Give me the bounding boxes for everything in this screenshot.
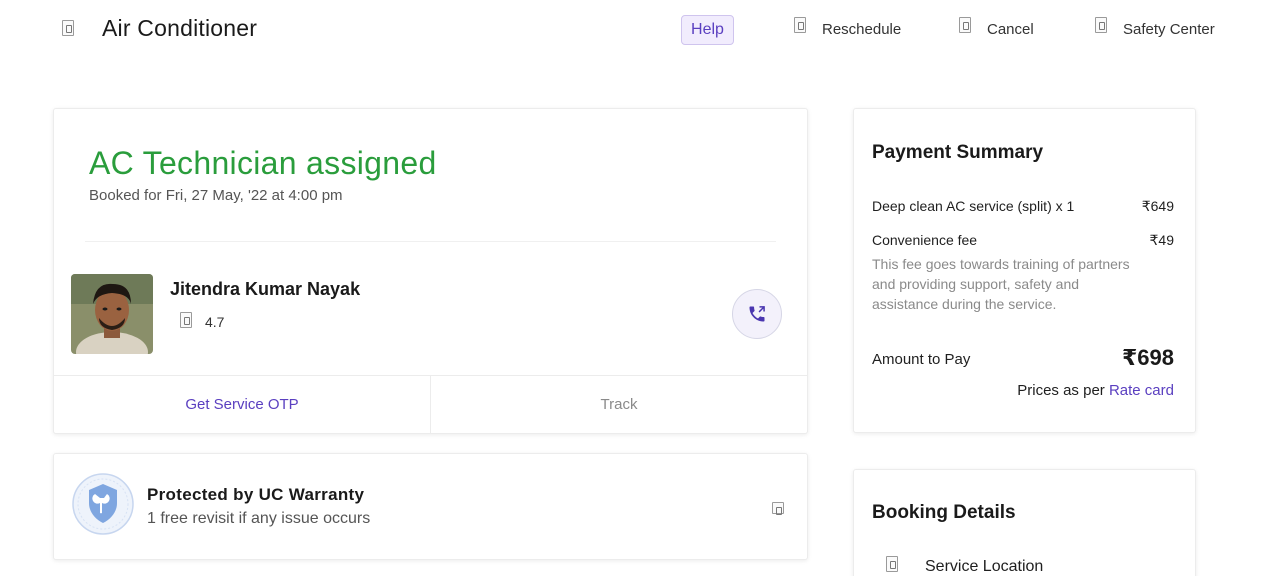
warranty-subtitle: 1 free revisit if any issue occurs: [147, 510, 371, 527]
star-icon: [180, 312, 192, 328]
page-title: Air Conditioner: [102, 15, 258, 41]
amount-to-pay-label: Amount to Pay: [872, 351, 971, 368]
convenience-fee-note: This fee goes towards training of partne…: [872, 256, 1130, 312]
phone-icon: [749, 306, 765, 322]
safety-center-label: Safety Center: [1123, 20, 1215, 38]
technician-rating: 4.7: [205, 314, 225, 330]
safety-center-button[interactable]: Safety Center: [1095, 15, 1215, 43]
cancel-icon: [959, 17, 971, 33]
divider: [85, 241, 776, 242]
track-button[interactable]: Track: [430, 376, 807, 433]
get-service-otp-button[interactable]: Get Service OTP: [54, 376, 430, 433]
booked-for-text: Booked for Fri, 27 May, '22 at 4:00 pm: [89, 187, 343, 204]
service-line-item: Deep clean AC service (split) x 1 ₹649: [872, 198, 1174, 215]
service-line-price: ₹649: [1141, 198, 1174, 214]
booking-details-card: Booking Details Service Location: [853, 469, 1196, 576]
service-location-label: Service Location: [925, 558, 1044, 575]
call-technician-button[interactable]: [732, 289, 782, 339]
warranty-title: Protected by UC Warranty: [147, 485, 365, 504]
status-title: AC Technician assigned: [89, 145, 437, 181]
help-button[interactable]: Help: [681, 15, 734, 45]
reschedule-icon: [794, 17, 806, 33]
technician-name: Jitendra Kumar Nayak: [170, 279, 361, 299]
convenience-fee-price: ₹49: [1149, 232, 1174, 248]
technician-photo: [71, 274, 153, 354]
convenience-fee-line-item: Convenience fee ₹49: [872, 232, 1174, 249]
cancel-button[interactable]: Cancel: [959, 15, 1034, 43]
reschedule-label: Reschedule: [822, 20, 902, 38]
amount-to-pay-value: ₹698: [1121, 345, 1174, 370]
card-actions: Get Service OTP Track: [54, 375, 807, 433]
warranty-card[interactable]: Protected by UC Warranty 1 free revisit …: [53, 453, 808, 560]
prices-as-per-text: Prices as per: [1017, 382, 1109, 399]
warranty-shield-icon: [72, 473, 134, 535]
safety-center-icon: [1095, 17, 1107, 33]
rate-card-link[interactable]: Rate card: [1109, 382, 1174, 399]
payment-summary-card: Payment Summary Deep clean AC service (s…: [853, 108, 1196, 433]
location-icon: [886, 556, 898, 572]
rate-card-line: Prices as per Rate card: [1017, 382, 1174, 399]
technician-avatar: [71, 274, 153, 354]
convenience-fee-label: Convenience fee: [872, 232, 978, 248]
back-icon[interactable]: [62, 20, 74, 36]
booking-details-title: Booking Details: [872, 502, 1016, 523]
booking-status-card: AC Technician assigned Booked for Fri, 2…: [53, 108, 808, 434]
payment-summary-title: Payment Summary: [872, 142, 1044, 163]
chevron-right-icon[interactable]: [772, 502, 784, 515]
service-line-label: Deep clean AC service (split) x 1: [872, 198, 1075, 214]
reschedule-button[interactable]: Reschedule: [794, 15, 901, 43]
cancel-label: Cancel: [987, 20, 1034, 38]
